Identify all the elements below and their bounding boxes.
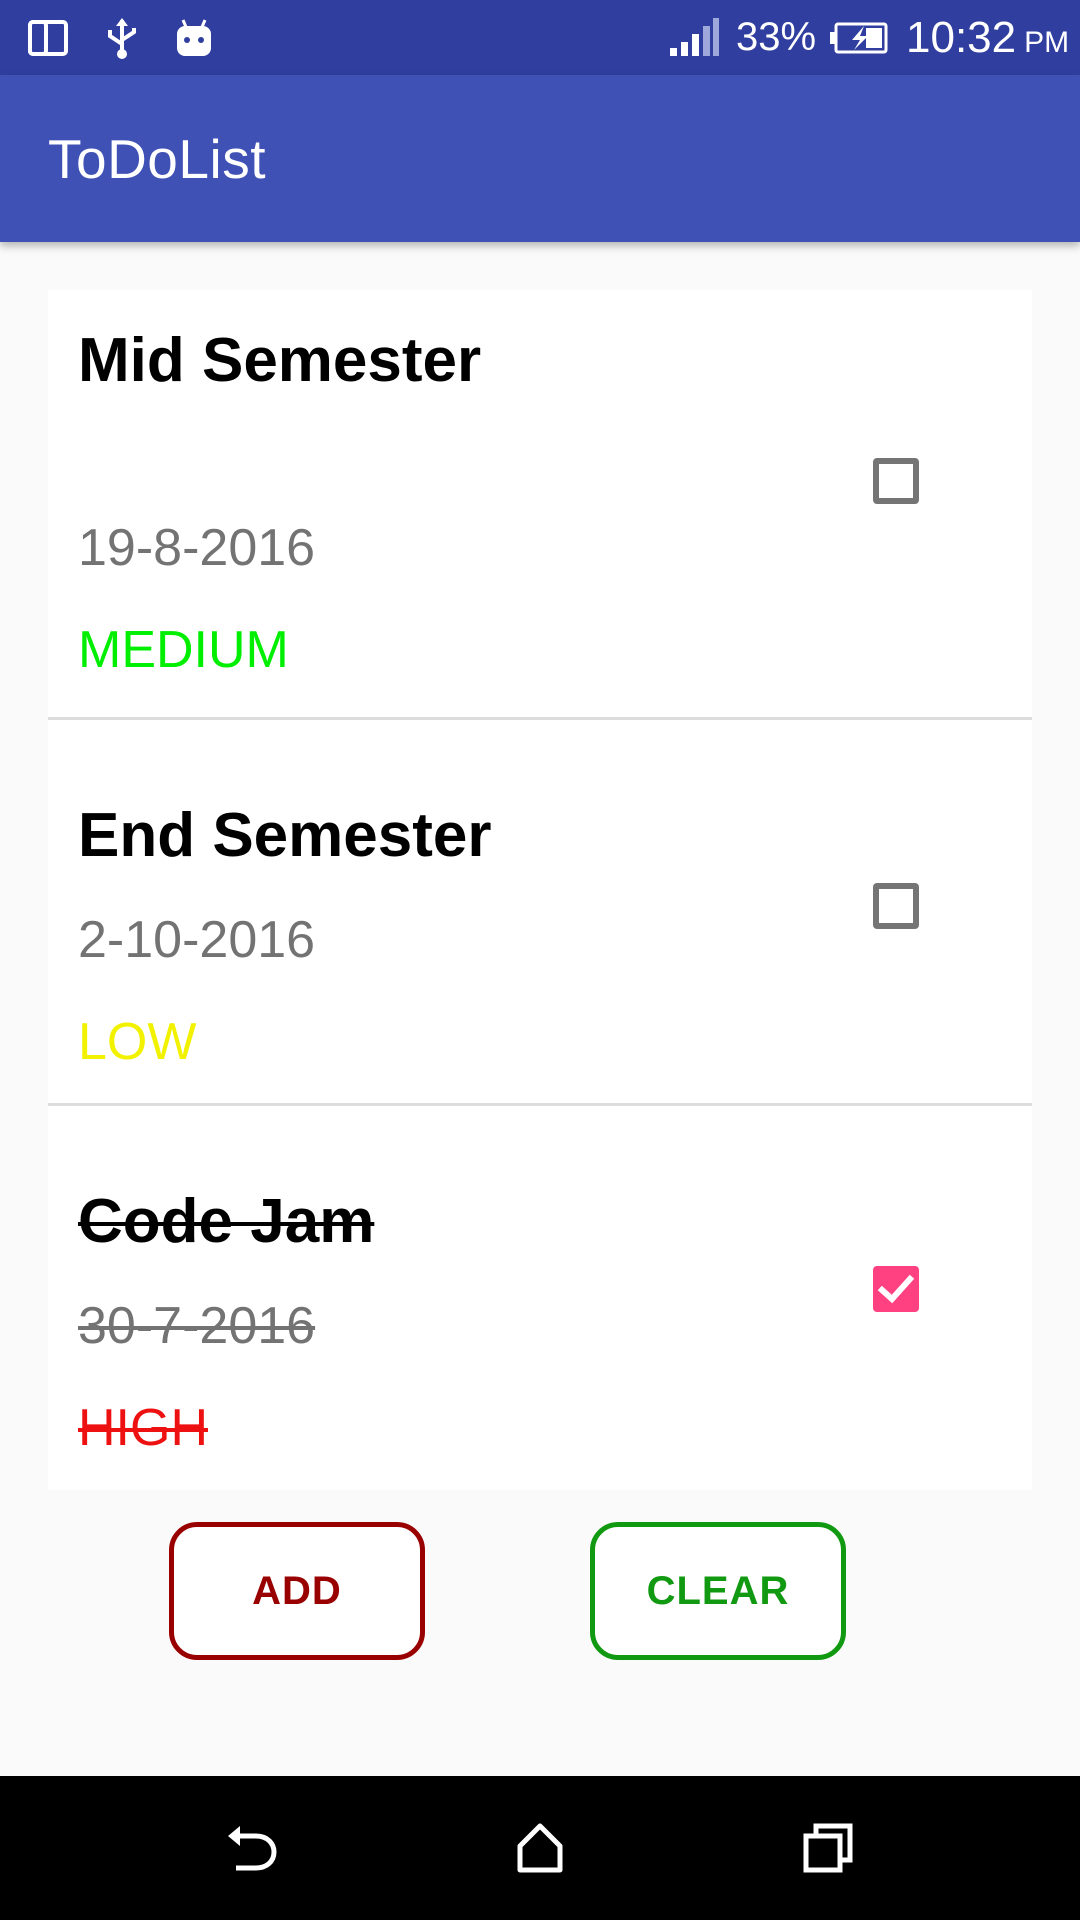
todo-list: Mid Semester 19-8-2016 MEDIUM End Semest… xyxy=(48,290,1032,1490)
home-button[interactable] xyxy=(480,1776,600,1920)
home-icon xyxy=(517,1823,563,1873)
todo-item-end-semester[interactable]: End Semester 2-10-2016 LOW xyxy=(48,720,1032,1106)
todo-checkbox[interactable] xyxy=(873,883,919,929)
todo-checkbox[interactable] xyxy=(873,458,919,504)
signal-icon xyxy=(668,0,720,75)
todo-item-code-jam[interactable]: Code Jam 30-7-2016 HIGH xyxy=(48,1106,1032,1490)
todo-date: 2-10-2016 xyxy=(78,911,316,969)
todo-checkbox-checked[interactable] xyxy=(873,1266,919,1312)
todo-title: End Semester xyxy=(78,801,492,870)
todo-priority: HIGH xyxy=(78,1399,208,1457)
battery-charging-icon xyxy=(828,0,890,75)
android-debug-icon xyxy=(174,0,214,75)
recents-button[interactable] xyxy=(768,1776,888,1920)
todo-title: Code Jam xyxy=(78,1187,375,1256)
screen: 33% 10:32 PM ToDoList Mid Semester 19-8-… xyxy=(0,0,1080,1920)
navigation-bar xyxy=(0,1776,1080,1920)
todo-priority: LOW xyxy=(78,1013,197,1071)
device-icon xyxy=(28,0,72,75)
todo-date: 30-7-2016 xyxy=(78,1297,316,1355)
recents-icon xyxy=(803,1823,853,1873)
clock-ampm: PM xyxy=(1024,25,1070,59)
todo-item-mid-semester[interactable]: Mid Semester 19-8-2016 MEDIUM xyxy=(48,290,1032,720)
clock-time: 10:32 xyxy=(906,12,1017,62)
checkmark-icon xyxy=(877,1274,915,1304)
app-bar: ToDoList xyxy=(0,75,1080,242)
back-button[interactable] xyxy=(192,1776,312,1920)
battery-percent: 33% xyxy=(736,15,817,59)
back-icon xyxy=(228,1826,277,1871)
clear-button[interactable]: CLEAR xyxy=(590,1522,846,1660)
todo-date: 19-8-2016 xyxy=(78,519,316,577)
usb-icon xyxy=(104,0,140,75)
add-button[interactable]: ADD xyxy=(169,1522,425,1660)
app-title: ToDoList xyxy=(48,127,266,190)
clock: 10:32 PM xyxy=(906,0,1069,75)
todo-priority: MEDIUM xyxy=(78,621,289,679)
todo-title: Mid Semester xyxy=(78,326,482,395)
status-bar: 33% 10:32 PM xyxy=(0,0,1080,75)
